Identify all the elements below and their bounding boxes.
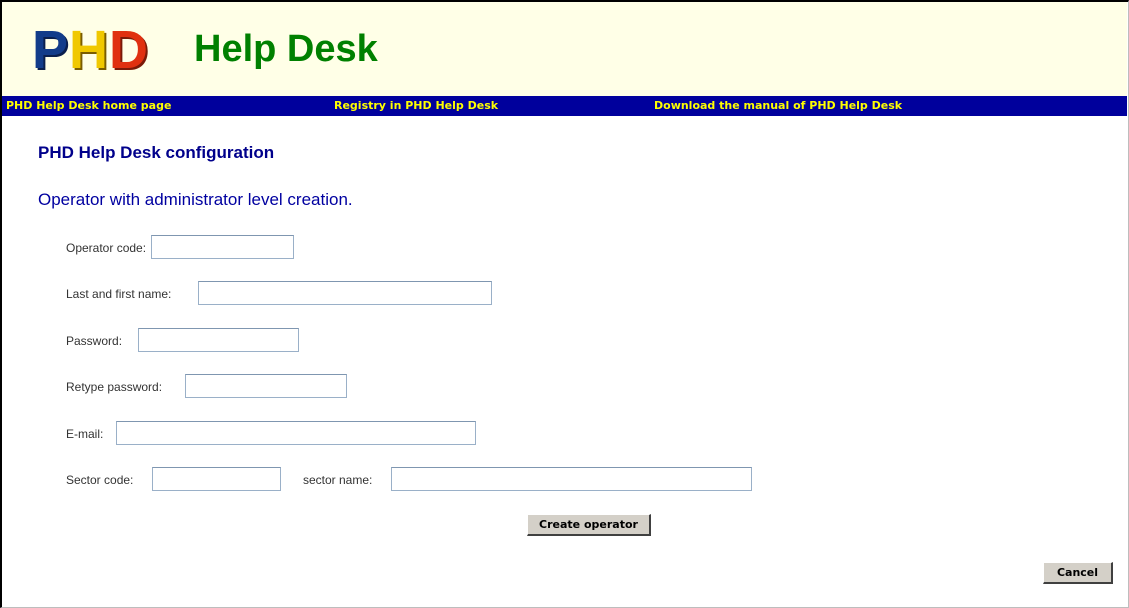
retype-password-label: Retype password:: [66, 380, 163, 394]
logo-letter-d: D: [109, 20, 150, 80]
sector-name-label: sector name:: [303, 473, 373, 487]
logo-letter-h: H: [69, 20, 110, 80]
operator-code-label: Operator code:: [66, 241, 147, 255]
retype-password-input[interactable]: [185, 374, 347, 398]
page-subtitle: Operator with administrator level creati…: [38, 190, 353, 209]
app-title: Help Desk: [194, 28, 378, 70]
name-label: Last and first name:: [66, 287, 172, 301]
phd-logo: PHD: [32, 20, 149, 80]
password-input[interactable]: [138, 328, 299, 352]
nav-link-home[interactable]: PHD Help Desk home page: [6, 98, 171, 114]
sector-name-input[interactable]: [391, 467, 752, 491]
create-operator-button[interactable]: Create operator: [527, 514, 651, 536]
cancel-button[interactable]: Cancel: [1043, 562, 1113, 584]
password-label: Password:: [66, 334, 123, 348]
name-input[interactable]: [198, 281, 492, 305]
sector-code-label: Sector code:: [66, 473, 134, 487]
nav-bar: PHD Help Desk home page Registry in PHD …: [2, 96, 1127, 116]
logo-letter-p: P: [32, 20, 70, 80]
page-title: PHD Help Desk configuration: [38, 143, 275, 162]
email-label: E-mail:: [66, 427, 104, 441]
nav-link-manual[interactable]: Download the manual of PHD Help Desk: [654, 98, 902, 114]
nav-link-registry[interactable]: Registry in PHD Help Desk: [334, 98, 498, 114]
operator-code-input[interactable]: [151, 235, 294, 259]
email-input[interactable]: [116, 421, 476, 445]
sector-code-input[interactable]: [152, 467, 281, 491]
header: PHD Help Desk: [2, 2, 1127, 96]
